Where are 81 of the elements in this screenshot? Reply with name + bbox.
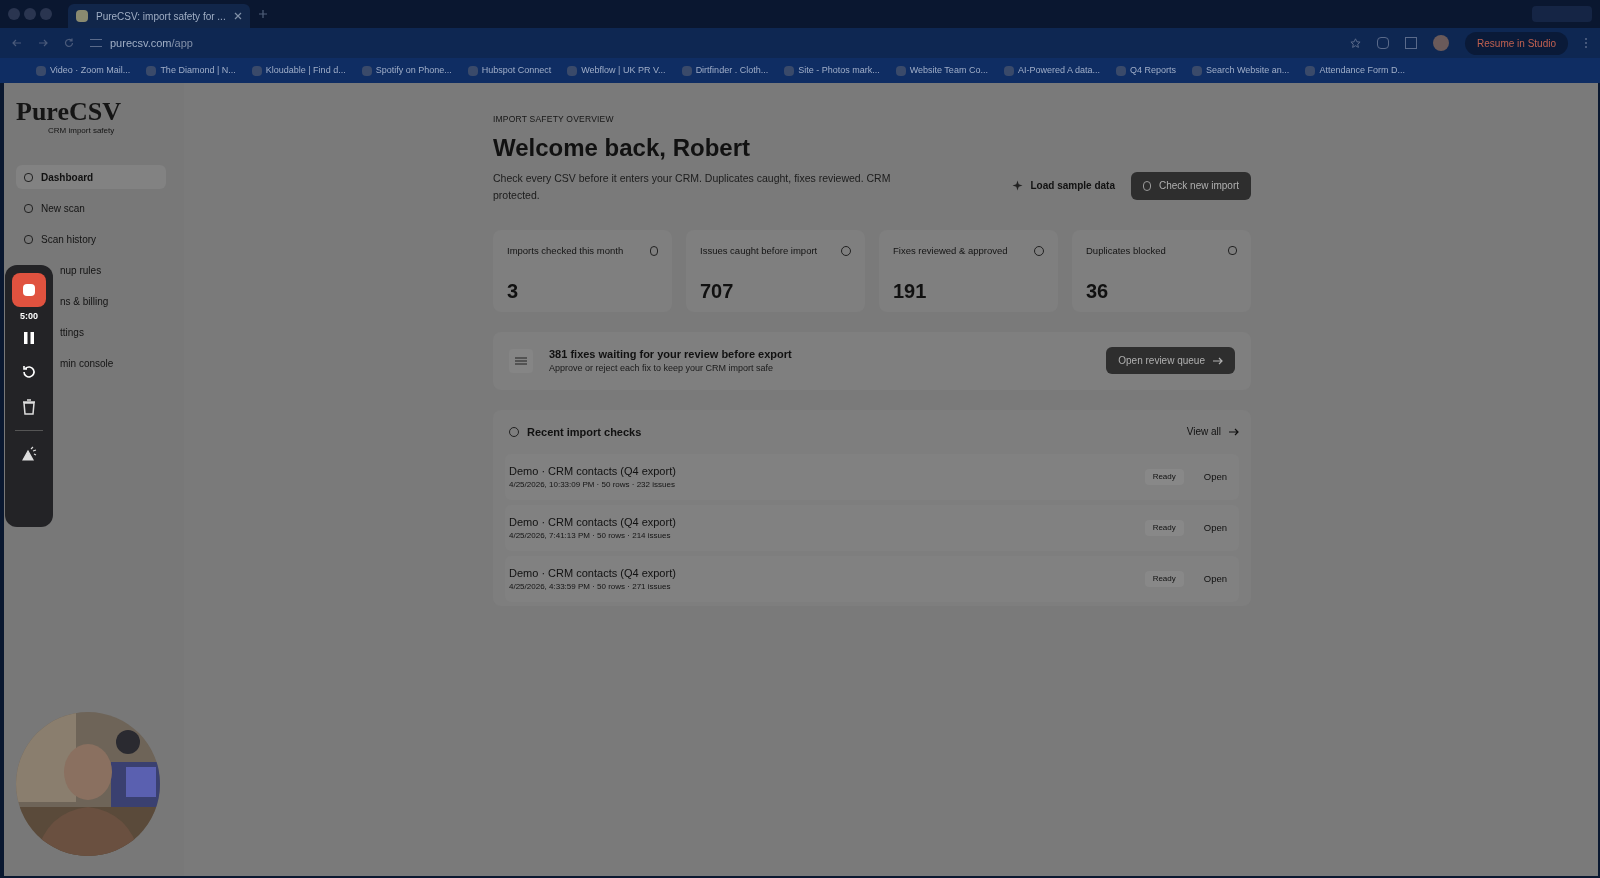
trash-icon[interactable] [22, 398, 36, 415]
sidebar-item[interactable]: min console [52, 351, 122, 375]
favicon-icon [76, 10, 88, 22]
bookmark[interactable]: Attendance Form D... [1305, 63, 1405, 78]
bookmark[interactable]: Kloudable | Find d... [251, 63, 346, 78]
eyebrow-label: IMPORT SAFETY OVERVIEW [493, 113, 615, 126]
menu-icon[interactable] [1584, 37, 1588, 49]
open-link[interactable]: Open [1203, 469, 1227, 484]
page-subtitle: Check every CSV before it enters your CRM. Duplicates caught, fixes reviewed. CRM protected. [493, 170, 892, 203]
pause-icon[interactable] [23, 330, 35, 345]
site-settings-icon[interactable] [90, 39, 102, 47]
close-icon[interactable] [233, 12, 242, 20]
url-text: purecsv.com/app [110, 35, 193, 51]
open-link[interactable]: Open [1203, 520, 1227, 535]
new-tab-icon[interactable] [257, 9, 268, 19]
logo: PureCSV [16, 99, 122, 125]
banner-subtitle: Approve or reject each fix to keep your CRM import safe [549, 362, 775, 376]
sidebar-item[interactable]: ns & billing [52, 289, 117, 313]
bookmark[interactable]: Video · Zoom Mail... [36, 63, 131, 78]
import-meta: 4/25/2026, 7:41:13 PM · 50 rows · 214 issues [509, 530, 672, 542]
stat-label: Issues caught before import [700, 243, 818, 258]
stop-button[interactable] [12, 273, 46, 307]
check-import-button[interactable]: Check new import [1130, 171, 1251, 200]
open-link[interactable]: Open [1203, 571, 1227, 586]
status-badge: Ready [1144, 519, 1184, 536]
arrow-right-icon [1213, 356, 1223, 365]
window-control-icon[interactable] [40, 8, 52, 20]
sidebar-item[interactable]: Scan history [16, 227, 176, 251]
effects-icon[interactable] [21, 445, 37, 462]
tab-search-icon[interactable] [1405, 37, 1418, 49]
profile-avatar-icon[interactable] [1433, 35, 1450, 51]
import-name: Demo · CRM contacts (Q4 export) [509, 463, 677, 479]
restart-icon[interactable] [21, 363, 37, 380]
stat-value: 36 [1086, 279, 1110, 304]
sidebar-item[interactable]: nup rules [52, 258, 110, 282]
import-name: Demo · CRM contacts (Q4 export) [509, 565, 677, 581]
window-control-icon[interactable] [8, 8, 20, 20]
bookmark[interactable]: Website Team Co... [895, 63, 988, 78]
browser-tab[interactable]: PureCSV: import safety for ... [68, 4, 250, 28]
page-title: Welcome back, Robert [493, 132, 751, 163]
arrow-right-icon [1229, 427, 1239, 436]
profile-button[interactable]: Resume in Studio [1465, 31, 1568, 55]
stat-label: Duplicates blocked [1086, 243, 1166, 258]
view-all-link[interactable]: View all [1186, 424, 1239, 440]
open-review-queue-button[interactable]: Open review queue [1106, 347, 1235, 375]
stat-value: 191 [893, 279, 928, 304]
status-badge: Ready [1144, 468, 1184, 485]
bookmark[interactable]: Hubspot Connect [467, 63, 552, 78]
sidebar-item[interactable]: New scan [16, 196, 176, 220]
sliders-icon [509, 348, 533, 373]
bookmark[interactable]: Site - Photos mark... [784, 63, 880, 78]
stat-value: 3 [507, 279, 520, 304]
sparkle-icon [1011, 180, 1023, 192]
sidebar-item[interactable]: ttings [52, 320, 92, 344]
tagline: CRM import safety [48, 125, 116, 137]
bookmark[interactable]: Spotify on Phone... [361, 63, 452, 78]
sidebar-item[interactable]: Dashboard [16, 165, 166, 189]
bookmark[interactable]: Search Website an... [1192, 63, 1290, 78]
bookmark[interactable]: Dirtfinder . Cloth... [681, 63, 769, 78]
bookmark[interactable]: The Diamond | N... [146, 63, 236, 78]
stat-label: Imports checked this month [507, 243, 624, 258]
star-icon[interactable] [1350, 37, 1362, 49]
tab-title: PureCSV: import safety for ... [96, 9, 226, 24]
stat-label: Fixes reviewed & approved [893, 243, 1008, 258]
forward-icon[interactable] [38, 38, 48, 48]
stat-value: 707 [700, 279, 735, 304]
reload-icon[interactable] [64, 38, 74, 48]
back-icon[interactable] [12, 38, 22, 48]
import-meta: 4/25/2026, 4:33:59 PM · 50 rows · 271 issues [509, 581, 672, 593]
bookmark[interactable]: AI-Powered A data... [1003, 63, 1100, 78]
load-sample-button[interactable]: Load sample data [1011, 178, 1115, 194]
banner-title: 381 fixes waiting for your review before export [549, 346, 793, 362]
import-name: Demo · CRM contacts (Q4 export) [509, 514, 677, 530]
panel-title: Recent import checks [527, 424, 643, 440]
window-control-icon[interactable] [24, 8, 36, 20]
status-badge: Ready [1144, 570, 1184, 587]
import-meta: 4/25/2026, 10:33:09 PM · 50 rows · 232 issues [509, 479, 676, 491]
address-bar[interactable]: purecsv.com/app [90, 34, 1335, 52]
bookmark[interactable]: Webflow | UK PR V... [567, 63, 666, 78]
recording-timer: 5:00 [20, 310, 38, 323]
bookmark[interactable]: Q4 Reports [1115, 63, 1176, 78]
